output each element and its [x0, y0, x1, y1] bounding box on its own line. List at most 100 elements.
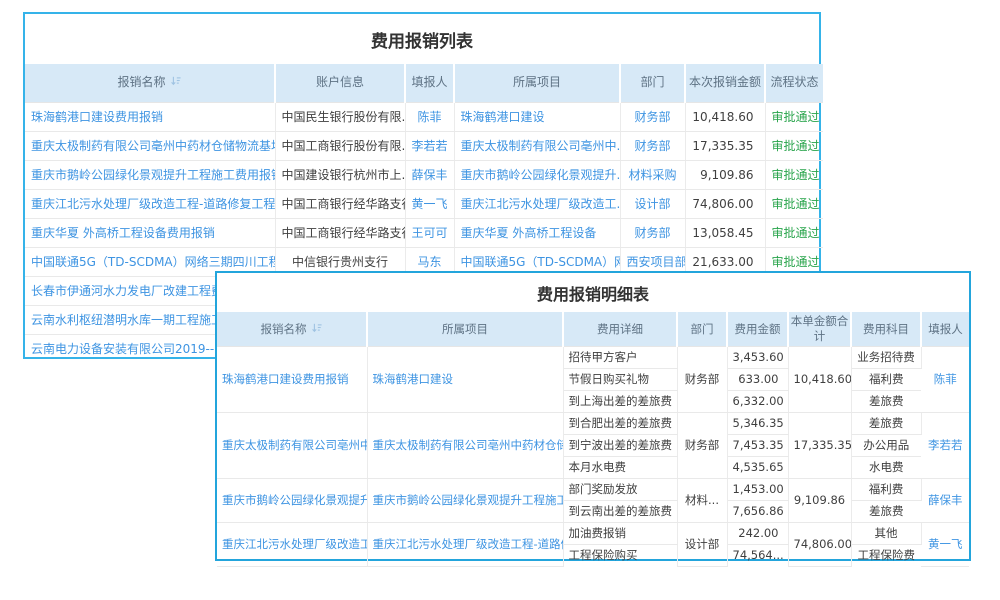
column-label: 填报人 [928, 322, 963, 336]
column-label: 报销名称 [261, 322, 307, 336]
amount-value: 74,806.00 [685, 189, 765, 218]
project-link[interactable]: 重庆太极制药有限公司亳州中药材仓储物流 [367, 412, 563, 478]
expense-name-link[interactable]: 重庆江北污水处理厂级改造工程-道路修复工程费用... [25, 189, 275, 218]
detail-column-header-7: 费用科目 [851, 312, 921, 346]
reporter-link[interactable]: 薛保丰 [405, 160, 454, 189]
account-info: 中国工商银行股份有限... [275, 131, 405, 160]
expense-name-link[interactable]: 重庆太极制药有限公司亳州中药材仓储物流基地项... [25, 131, 275, 160]
amount-value: 242.00 [727, 522, 788, 544]
sort-icon[interactable] [170, 75, 182, 87]
reporter-link[interactable]: 陈菲 [921, 346, 969, 412]
account-info: 中国工商银行经华路支行 [275, 189, 405, 218]
detail-row: 重庆江北污水处理厂级改造工程-重庆江北污水处理厂级改造工程-道路修复工加油费报销… [217, 522, 969, 544]
expense-detail: 到合肥出差的差旅费 [563, 412, 677, 434]
detail-column-header-1[interactable]: 报销名称 [217, 312, 367, 346]
expense-name-link[interactable]: 重庆太极制药有限公司亳州中药材 [217, 412, 367, 478]
expense-detail: 节假日购买礼物 [563, 368, 677, 390]
detail-header-row: 报销名称所属项目费用详细部门费用金额本单金额合计费用科目填报人 [217, 312, 969, 346]
column-label: 部门 [640, 75, 664, 89]
project-link[interactable]: 重庆市鹅岭公园绿化景观提升... [454, 160, 620, 189]
list-row: 重庆江北污水处理厂级改造工程-道路修复工程费用...中国工商银行经华路支行黄一飞… [25, 189, 823, 218]
status-text: 审批通过 [765, 131, 823, 160]
expense-detail: 部门奖励发放 [563, 478, 677, 500]
account-info: 中国工商银行经华路支行 [275, 218, 405, 247]
department-link[interactable]: 设计部 [620, 189, 685, 218]
department: 财务部 [677, 412, 727, 478]
list-column-header-4: 所属项目 [454, 64, 620, 102]
list-header-row: 报销名称 账户信息 填报人所属项目 部门 本次报销金额流程状态 [25, 64, 823, 102]
amount-value: 74,564... [727, 544, 788, 566]
department-link[interactable]: 财务部 [620, 131, 685, 160]
expense-name-link[interactable]: 重庆市鹅岭公园绿化景观提升工程施工费用报销 [25, 160, 275, 189]
account-info: 中国民生银行股份有限... [275, 102, 405, 131]
expense-category: 业务招待费 [851, 346, 921, 368]
column-label: 填报人 [411, 75, 447, 89]
account-info: 中国建设银行杭州市上... [275, 160, 405, 189]
department: 材料... [677, 478, 727, 522]
expense-name-link[interactable]: 重庆华夏 外高桥工程设备费用报销 [25, 218, 275, 247]
column-label: 费用详细 [597, 322, 643, 336]
expense-category: 差旅费 [851, 390, 921, 412]
list-column-header-6: 本次报销金额 [685, 64, 765, 102]
list-column-header-3: 填报人 [405, 64, 454, 102]
amount-value: 7,453.35 [727, 434, 788, 456]
expense-detail-table: 报销名称所属项目费用详细部门费用金额本单金额合计费用科目填报人 珠海鹤港口建设费… [217, 312, 969, 567]
column-label: 账户信息 [316, 75, 364, 89]
list-table-title: 费用报销列表 [25, 14, 819, 64]
list-row: 重庆华夏 外高桥工程设备费用报销中国工商银行经华路支行王可可重庆华夏 外高桥工程… [25, 218, 823, 247]
column-label: 流程状态 [770, 75, 818, 89]
expense-detail: 工程保险购买 [563, 544, 677, 566]
reporter-link[interactable]: 王可可 [405, 218, 454, 247]
project-link[interactable]: 重庆江北污水处理厂级改造工程-道路修复工 [367, 522, 563, 566]
expense-name-link[interactable]: 珠海鹤港口建设费用报销 [25, 102, 275, 131]
list-row: 重庆太极制药有限公司亳州中药材仓储物流基地项...中国工商银行股份有限...李若… [25, 131, 823, 160]
list-row: 重庆市鹅岭公园绿化景观提升工程施工费用报销中国建设银行杭州市上...薛保丰重庆市… [25, 160, 823, 189]
reporter-link[interactable]: 李若若 [921, 412, 969, 478]
column-label: 所属项目 [442, 322, 488, 336]
expense-category: 办公用品 [851, 434, 921, 456]
reporter-link[interactable]: 李若若 [405, 131, 454, 160]
expense-category: 其他 [851, 522, 921, 544]
total-amount: 9,109.86 [788, 478, 851, 522]
department-link[interactable]: 材料采购 [620, 160, 685, 189]
amount-value: 4,535.65 [727, 456, 788, 478]
expense-category: 水电费 [851, 456, 921, 478]
detail-column-header-5: 费用金额 [727, 312, 788, 346]
amount-value: 1,453.00 [727, 478, 788, 500]
project-link[interactable]: 珠海鹤港口建设 [367, 346, 563, 412]
detail-table-body: 珠海鹤港口建设费用报销珠海鹤港口建设招待甲方客户财务部3,453.6010,41… [217, 346, 969, 566]
amount-value: 5,346.35 [727, 412, 788, 434]
expense-category: 福利费 [851, 478, 921, 500]
project-link[interactable]: 珠海鹤港口建设 [454, 102, 620, 131]
status-text: 审批通过 [765, 189, 823, 218]
status-text: 审批通过 [765, 160, 823, 189]
amount-value: 6,332.00 [727, 390, 788, 412]
reporter-link[interactable]: 黄一飞 [921, 522, 969, 566]
department: 财务部 [677, 346, 727, 412]
project-link[interactable]: 重庆太极制药有限公司亳州中... [454, 131, 620, 160]
amount-value: 7,656.86 [727, 500, 788, 522]
reporter-link[interactable]: 陈菲 [405, 102, 454, 131]
column-label: 部门 [691, 322, 714, 336]
reporter-link[interactable]: 薛保丰 [921, 478, 969, 522]
department-link[interactable]: 财务部 [620, 218, 685, 247]
status-text: 审批通过 [765, 218, 823, 247]
project-link[interactable]: 重庆江北污水处理厂级改造工... [454, 189, 620, 218]
project-link[interactable]: 重庆市鹅岭公园绿化景观提升工程施工 [367, 478, 563, 522]
project-link[interactable]: 重庆华夏 外高桥工程设备 [454, 218, 620, 247]
list-column-header-1[interactable]: 报销名称 [25, 64, 275, 102]
amount-value: 17,335.35 [685, 131, 765, 160]
sort-icon[interactable] [311, 322, 323, 334]
expense-detail-panel: 费用报销明细表 报销名称所属项目费用详细部门费用金额本单金额合计费用科目填报人 … [215, 271, 971, 561]
list-column-header-2: 账户信息 [275, 64, 405, 102]
detail-table-title: 费用报销明细表 [217, 273, 969, 312]
reporter-link[interactable]: 黄一飞 [405, 189, 454, 218]
detail-column-header-3: 费用详细 [563, 312, 677, 346]
expense-name-link[interactable]: 重庆江北污水处理厂级改造工程- [217, 522, 367, 566]
department-link[interactable]: 财务部 [620, 102, 685, 131]
expense-category: 福利费 [851, 368, 921, 390]
amount-value: 633.00 [727, 368, 788, 390]
expense-name-link[interactable]: 珠海鹤港口建设费用报销 [217, 346, 367, 412]
expense-name-link[interactable]: 重庆市鹅岭公园绿化景观提升工程 [217, 478, 367, 522]
amount-value: 3,453.60 [727, 346, 788, 368]
